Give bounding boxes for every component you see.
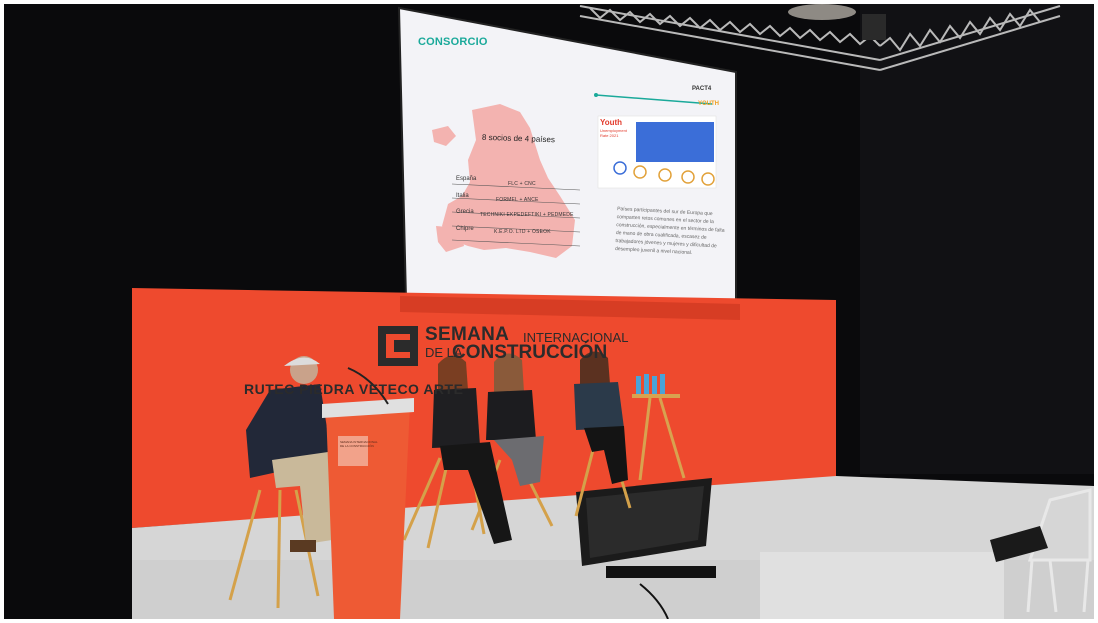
banner-construccion: CONSTRUCCIÓN: [452, 342, 608, 363]
slide-title: CONSORCIO: [418, 36, 488, 48]
podium-line: DE LA CONSTRUCCIÓN: [340, 444, 374, 448]
partner-label: TECHNIKI EKPEDEFTIKI + PEDMEDE: [480, 212, 574, 218]
country-label: Italia: [456, 193, 469, 199]
youth-subtitle: Unemployment Rate 2021: [600, 128, 627, 138]
podium: [322, 398, 414, 619]
right-curtain: [860, 4, 1094, 474]
photo-frame: [4, 4, 1094, 619]
country-label: España: [456, 176, 477, 182]
sic-logo-icon: [378, 326, 418, 366]
youth-photo: [636, 122, 714, 162]
partner-label: K.E.P.O. LTD + OSEOK: [494, 229, 551, 235]
ceiling-lamp: [788, 4, 856, 20]
partner-label: FLC + CNC: [508, 181, 536, 187]
youth-title: Youth: [600, 118, 623, 127]
country-label: Chipre: [456, 226, 474, 232]
stage-light: [862, 14, 886, 40]
event-scene: [4, 4, 1094, 619]
slide-paragraph: Países participantes del sur de Europa q…: [614, 206, 725, 257]
pact4-logo: PACT4: [692, 86, 712, 92]
partner-label: FORMEL + ANCE: [496, 197, 539, 203]
banner-brands: RUTEC PIEDRA VETECO ARTE: [244, 381, 464, 397]
youth-logo: YOUTH: [698, 101, 719, 107]
stage-step: [760, 552, 1004, 619]
country-label: Grecia: [456, 209, 474, 215]
podium-logo-text: SEMANA INTERNACIONAL DE LA CONSTRUCCIÓN: [340, 440, 378, 448]
teal-dot: [594, 93, 598, 97]
